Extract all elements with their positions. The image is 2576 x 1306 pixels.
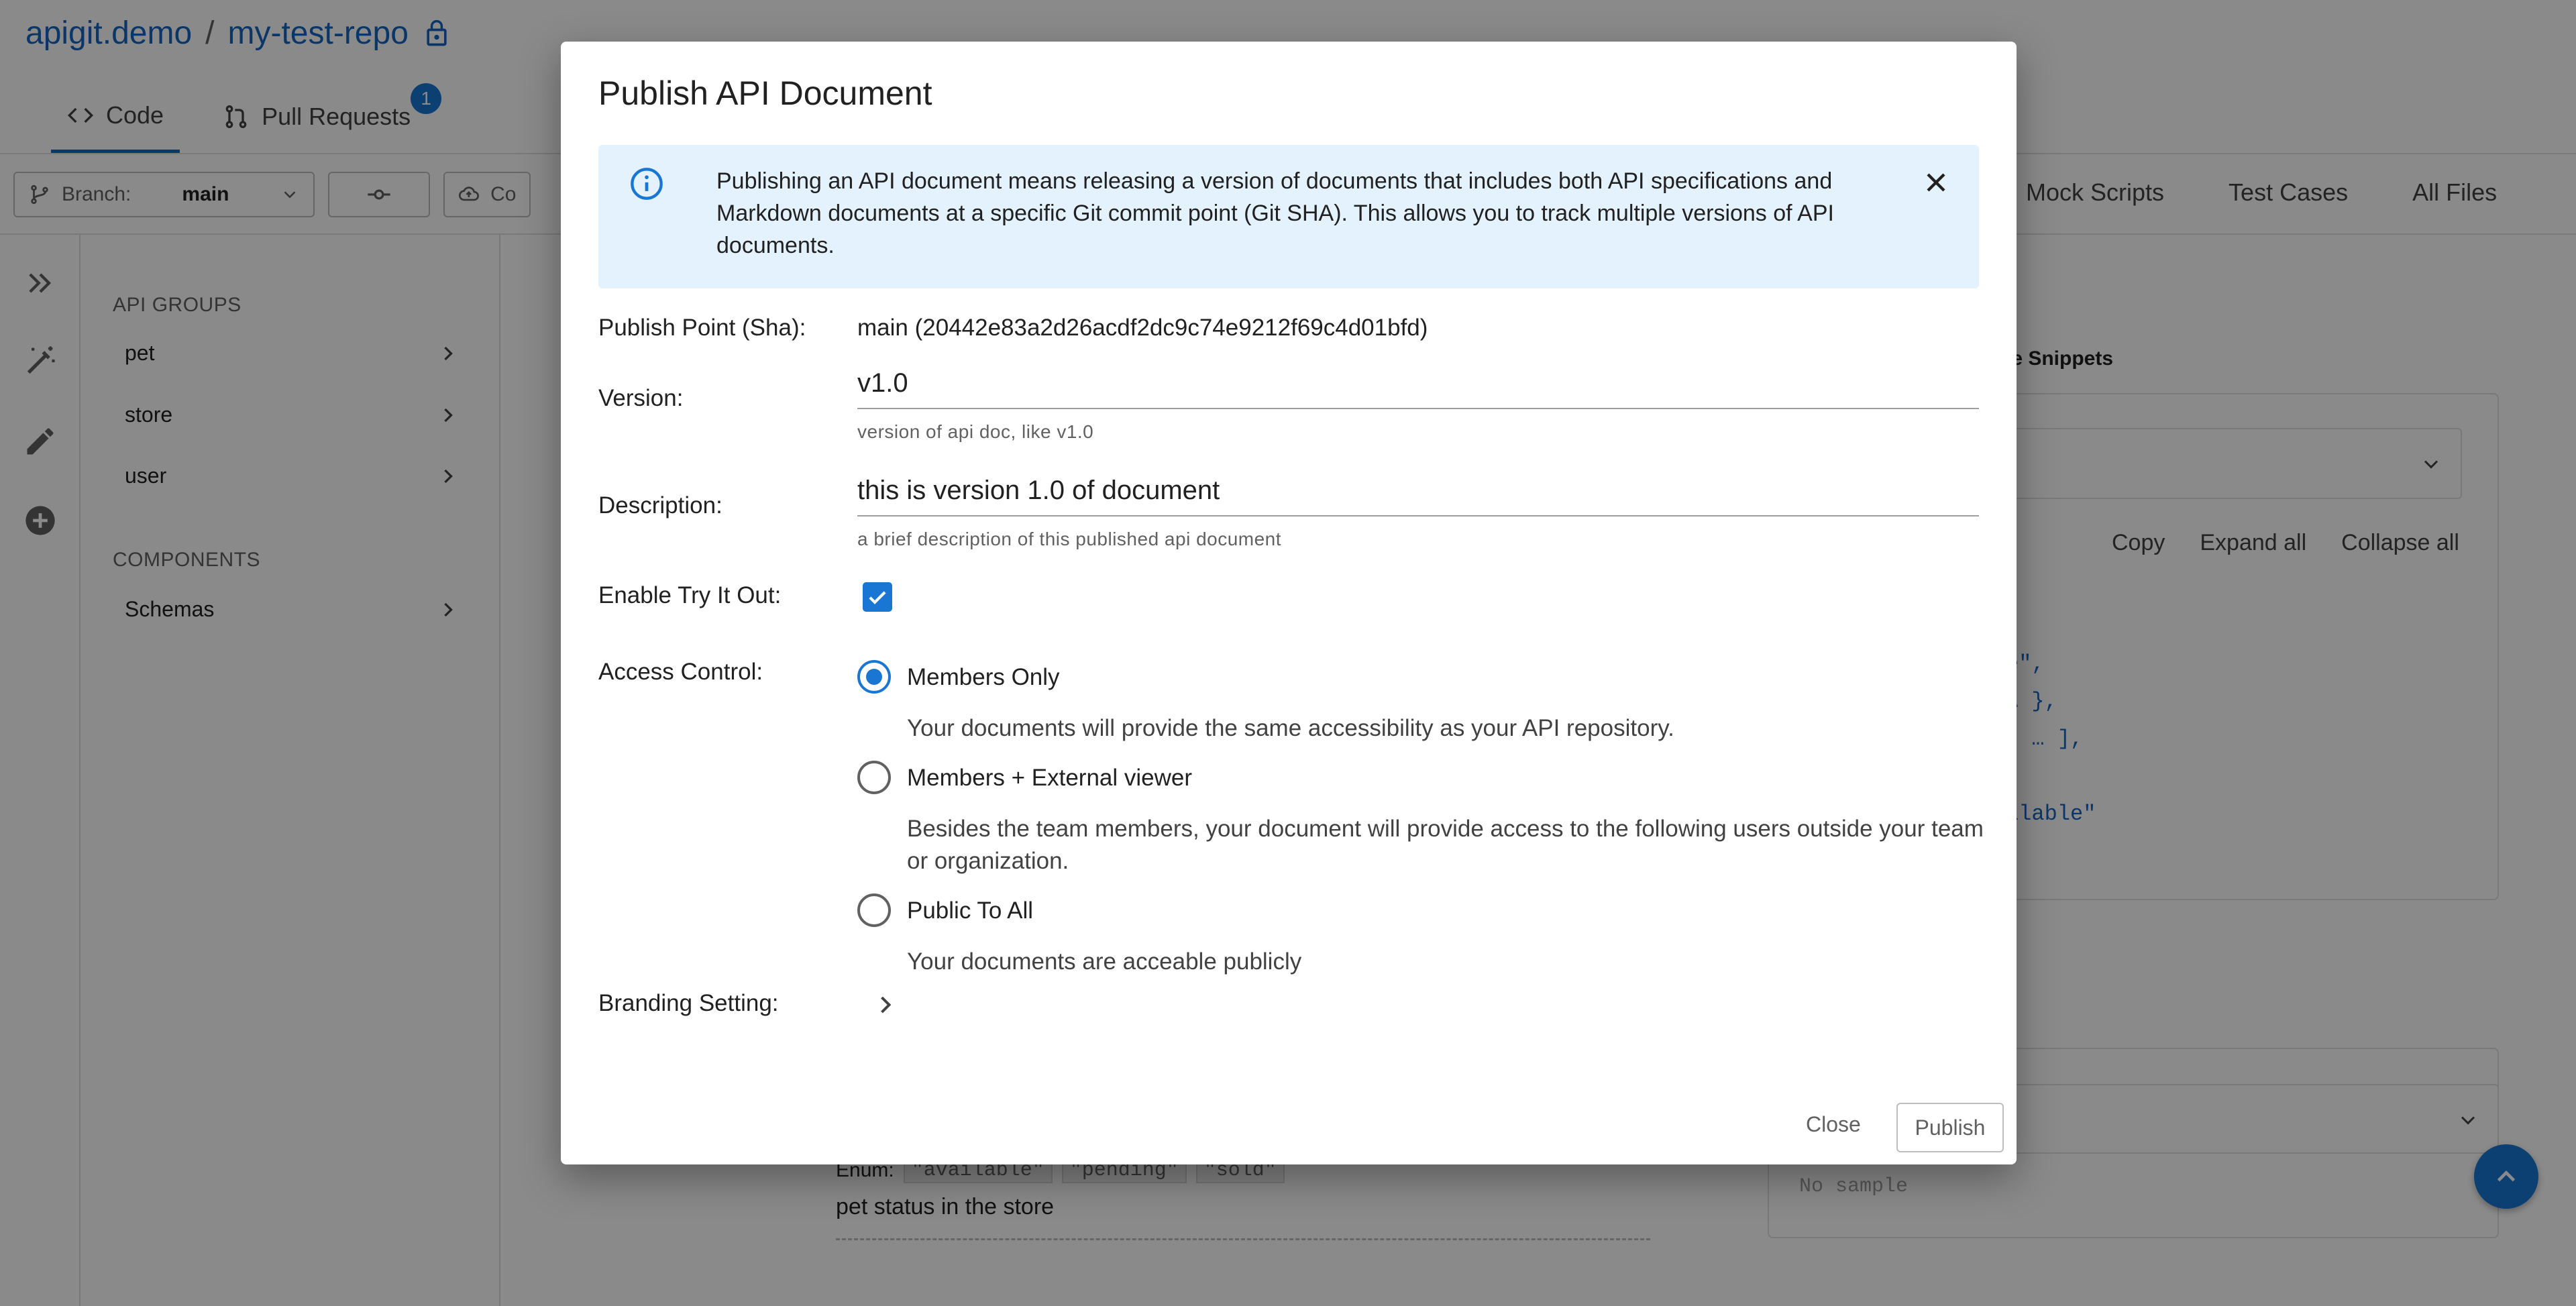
description-input[interactable] [857, 466, 1979, 515]
publish-point-value: main (20442e83a2d26acdf2dc9c74e9212f69c4… [857, 315, 1428, 341]
radio-members-only[interactable] [857, 660, 891, 694]
version-input[interactable] [857, 358, 1979, 408]
description-label: Description: [598, 492, 722, 519]
dialog-title: Publish API Document [598, 74, 932, 112]
close-icon[interactable] [1920, 166, 1952, 199]
radio-members-only-desc: Your documents will provide the same acc… [907, 715, 1674, 741]
publish-dialog: Publish API Document Publishing an API d… [561, 42, 2017, 1164]
radio-public[interactable] [857, 893, 891, 927]
try-it-label: Enable Try It Out: [598, 582, 782, 608]
description-field[interactable] [857, 466, 1979, 516]
info-icon [631, 168, 663, 200]
radio-public-label[interactable]: Public To All [907, 897, 1033, 924]
publish-button[interactable]: Publish [1896, 1103, 2004, 1152]
version-label: Version: [598, 385, 684, 411]
info-alert: Publishing an API document means releasi… [598, 145, 1979, 288]
publish-point-label: Publish Point (Sha): [598, 315, 806, 341]
branding-label: Branding Setting: [598, 990, 779, 1016]
radio-members-external[interactable] [857, 761, 891, 794]
close-button[interactable]: Close [1794, 1107, 1873, 1142]
alert-message: Publishing an API document means releasi… [716, 168, 1834, 258]
version-helper: version of api doc, like v1.0 [857, 421, 1094, 442]
version-field[interactable] [857, 358, 1979, 409]
chevron-right-icon[interactable] [871, 990, 900, 1020]
radio-public-desc: Your documents are acceable publicly [907, 948, 1302, 975]
radio-members-external-label[interactable]: Members + External viewer [907, 765, 1192, 792]
check-icon [869, 591, 886, 604]
description-helper: a brief description of this published ap… [857, 529, 1282, 549]
radio-members-only-label[interactable]: Members Only [907, 664, 1060, 691]
access-control-label: Access Control: [598, 659, 763, 685]
radio-members-external-desc: Besides the team members, your document … [907, 816, 1984, 874]
try-it-checkbox[interactable] [863, 582, 892, 612]
